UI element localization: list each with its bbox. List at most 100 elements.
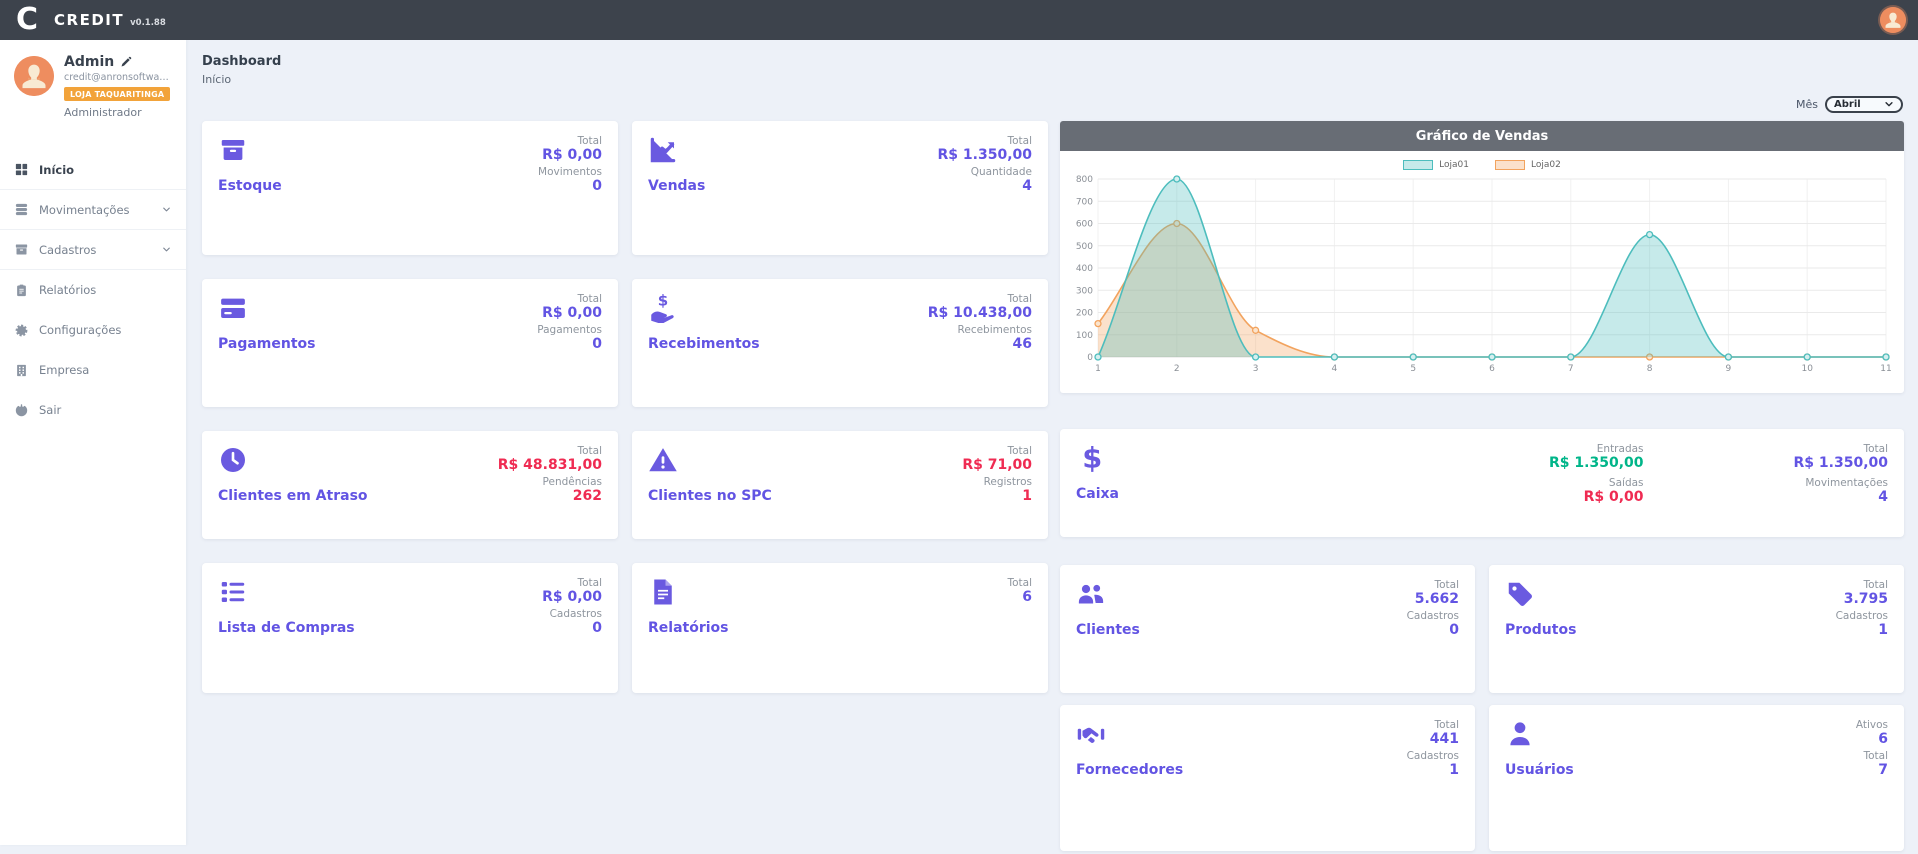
card-stats: TotalR$ 71,00Registros1 (962, 445, 1032, 525)
sidebar-item-inicio[interactable]: Início (0, 150, 186, 190)
stat-label: Total (1836, 579, 1888, 591)
card-stats: TotalR$ 1.350,00Quantidade4 (938, 135, 1032, 241)
user-icon (1505, 719, 1535, 749)
card-title-link[interactable]: Relatórios (648, 620, 729, 636)
svg-text:$: $ (1082, 443, 1102, 473)
profile-role: Administrador (64, 106, 172, 119)
card-title-link[interactable]: Caixa (1076, 486, 1119, 502)
card-title-link[interactable]: Recebimentos (648, 336, 760, 352)
stat-label: Total (1407, 719, 1459, 731)
sidebar: Admin credit@anronsoftware.co... LOJA TA… (0, 40, 186, 845)
sidebar-item-label: Relatórios (39, 283, 96, 297)
app-logo[interactable]: C (16, 0, 38, 40)
card-stats: Total3.795Cadastros1 (1836, 579, 1888, 679)
chart-line-icon (648, 135, 678, 165)
credit-card-icon (218, 293, 248, 323)
sidebar-item-cadastros[interactable]: Cadastros (0, 230, 186, 270)
card-stats: Total6 (1007, 577, 1032, 679)
svg-text:6: 6 (1489, 364, 1495, 374)
stat-value: R$ 1.350,00 (938, 147, 1032, 163)
stat-label: Total (1407, 579, 1459, 591)
stat-value: R$ 71,00 (962, 457, 1032, 473)
stat-value: 5.662 (1407, 591, 1459, 607)
chart-title: Gráfico de Vendas (1060, 121, 1904, 151)
month-select[interactable]: Abril (1825, 96, 1903, 113)
hand-dollar-icon: $ (648, 293, 678, 323)
stat-value: R$ 10.438,00 (928, 305, 1032, 321)
card-title-link[interactable]: Clientes em Atraso (218, 488, 368, 504)
stat-value: R$ 0,00 (538, 147, 602, 163)
svg-text:11: 11 (1880, 364, 1891, 374)
clipboard-icon (14, 283, 29, 298)
stat-value: R$ 0,00 (1549, 489, 1643, 505)
profile-avatar[interactable] (14, 56, 54, 96)
stat-label: Total (928, 293, 1032, 305)
stat-value: 4 (938, 178, 1032, 194)
stat-value: R$ 0,00 (537, 305, 602, 321)
svg-text:200: 200 (1076, 309, 1093, 319)
stat-label: Total (962, 445, 1032, 457)
sidebar-item-movimentacoes[interactable]: Movimentações (0, 190, 186, 230)
stat-value: 0 (1407, 622, 1459, 638)
card-title-link[interactable]: Lista de Compras (218, 620, 355, 636)
chart-legend: Loja01Loja02 (1060, 158, 1904, 171)
sidebar-item-label: Empresa (39, 363, 89, 377)
building-icon (14, 363, 29, 378)
stat-label: Total (938, 135, 1032, 147)
warning-icon (648, 445, 678, 475)
edit-profile-icon[interactable] (120, 56, 132, 68)
power-icon (14, 403, 29, 418)
sidebar-menu: InícioMovimentaçõesCadastros Relatórios Co… (0, 150, 186, 430)
card-title-link[interactable]: Clientes (1076, 622, 1140, 638)
stat-label: Pagamentos (537, 324, 602, 336)
right-region: Gráfico de Vendas Loja01Loja02 010020030… (1060, 121, 1904, 851)
card-title-link[interactable]: Estoque (218, 178, 282, 194)
svg-text:400: 400 (1076, 264, 1093, 274)
svg-text:8: 8 (1647, 364, 1653, 374)
brand-name: CREDIT (54, 11, 124, 29)
card-fornecedores: Fornecedores Total441Cadastros1 (1060, 705, 1475, 851)
card-stats: Total441Cadastros1 (1407, 719, 1459, 837)
card-title-link[interactable]: Clientes no SPC (648, 488, 772, 504)
card-title-link[interactable]: Produtos (1505, 622, 1576, 638)
sidebar-item-relatorios[interactable]: Relatórios (0, 270, 186, 310)
box-icon (218, 135, 248, 165)
svg-text:2: 2 (1174, 364, 1180, 374)
stat-label: Entradas (1549, 443, 1643, 455)
stat-label: Recebimentos (928, 324, 1032, 336)
stat-label: Movimentos (538, 166, 602, 178)
stat-value: 4 (1794, 489, 1888, 505)
store-badge: LOJA TAQUARITINGA (64, 87, 170, 101)
card-usuarios: UsuáriosAtivos6Total7 (1489, 705, 1904, 851)
sidebar-item-empresa[interactable]: Empresa (0, 350, 186, 390)
gear-icon (14, 323, 29, 338)
card-stats: TotalR$ 10.438,00 Recebimentos46 (928, 293, 1032, 393)
stat-label: Cadastros (1836, 610, 1888, 622)
card-clientes-em-atraso: Clientes em AtrasoTotalR$ 48.831,00Pendê… (202, 431, 618, 539)
user-avatar[interactable] (1880, 7, 1906, 33)
page-title: Dashboard (202, 54, 1903, 69)
svg-text:1: 1 (1095, 364, 1101, 374)
chevron-down-icon (1884, 99, 1894, 109)
card-title-link[interactable]: Vendas (648, 178, 705, 194)
card-title-link[interactable]: Pagamentos (218, 336, 316, 352)
stat-label: Total (498, 445, 602, 457)
stat-value: 441 (1407, 731, 1459, 747)
stat-label: Total (1007, 577, 1032, 589)
stat-value: 0 (538, 178, 602, 194)
breadcrumb: Início (202, 73, 1903, 86)
card-title-link[interactable]: Fornecedores (1076, 762, 1183, 778)
right-card-grid: ClientesTotal5.662Cadastros0 ProdutosTot… (1060, 565, 1904, 851)
legend-item: Loja01 (1403, 158, 1469, 171)
stat-value: R$ 1.350,00 (1549, 455, 1643, 471)
stat-label: Movimentações (1794, 477, 1888, 489)
stat-label: Cadastros (542, 608, 602, 620)
card-relatorios: Relatórios Total6 (632, 563, 1048, 693)
sidebar-item-sair[interactable]: Sair (0, 390, 186, 430)
stat-value: 46 (928, 336, 1032, 352)
topbar: C CREDIT v0.1.88 (0, 0, 1918, 40)
sidebar-item-configuracoes[interactable]: Configurações (0, 310, 186, 350)
card-title-link[interactable]: Usuários (1505, 762, 1574, 778)
svg-text:10: 10 (1801, 364, 1813, 374)
chevron-down-icon (161, 244, 172, 255)
